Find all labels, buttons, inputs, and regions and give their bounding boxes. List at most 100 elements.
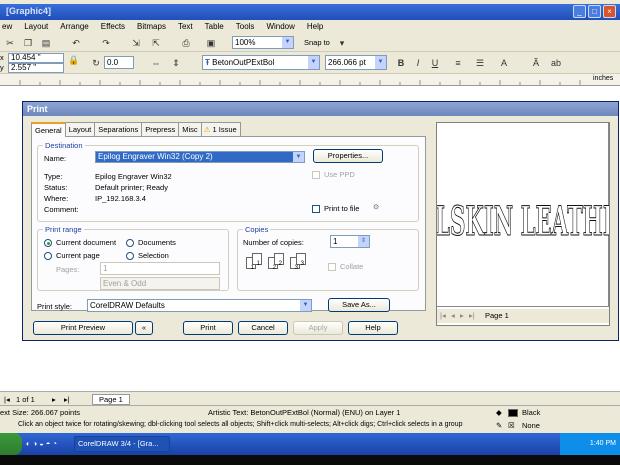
no-outline-icon[interactable]: ☒ (508, 421, 515, 430)
tab-issues[interactable]: ⚠ 1 Issue (200, 122, 241, 136)
italic-icon[interactable]: I (412, 57, 424, 69)
close-button[interactable]: × (603, 5, 616, 18)
edit-text-icon[interactable]: ab (550, 57, 562, 69)
scissors-icon[interactable]: ✂ (4, 37, 16, 49)
maximize-button[interactable]: □ (588, 5, 601, 18)
menu-help[interactable]: Help (307, 20, 323, 34)
menu-tools[interactable]: Tools (236, 20, 255, 34)
apply-button[interactable]: Apply (293, 321, 343, 335)
page-tab[interactable]: Page 1 (92, 394, 130, 405)
copy-icon[interactable]: ❐ (22, 37, 34, 49)
last-page-icon[interactable]: ▸| (469, 311, 475, 320)
text-format-icon[interactable]: Ã (530, 57, 542, 69)
properties-button[interactable]: Properties... (313, 149, 383, 163)
clock[interactable]: 1:40 PM (590, 440, 616, 447)
font-name-combo[interactable]: Ŧ BetonOutPExtBol ▼ (202, 55, 320, 70)
dialog-title[interactable]: Print (23, 102, 618, 116)
preview-text: ELSKIN LEATHE (437, 198, 609, 245)
print-style-select[interactable]: CorelDRAW Defaults ▼ (87, 299, 312, 312)
tab-prepress[interactable]: Prepress (141, 122, 180, 136)
current-page-radio[interactable] (44, 252, 52, 260)
next-page-nav-icon[interactable]: ▸ (52, 395, 56, 404)
x-position-field[interactable]: 10.454 " (8, 53, 64, 63)
rotate-icon[interactable]: ↻ (90, 57, 102, 69)
print-to-file-checkbox[interactable] (312, 205, 320, 213)
menu-text[interactable]: Text (178, 20, 193, 34)
first-page-icon[interactable]: |◂ (440, 311, 446, 320)
tab-misc[interactable]: Misc (178, 122, 202, 136)
menu-window[interactable]: Window (266, 20, 294, 34)
printer-name-select[interactable]: Epilog Engraver Win32 (Copy 2) ▼ (95, 151, 305, 163)
copies-legend: Copies (243, 225, 271, 234)
screen: [Graphic4] _ □ × ew Layout Arrange Effec… (0, 0, 620, 465)
status-value: Default printer; Ready (95, 183, 168, 192)
print-preview-button[interactable]: Print Preview (33, 321, 133, 335)
menu-layout[interactable]: Layout (24, 20, 48, 34)
documents-radio[interactable] (126, 239, 134, 247)
collate-checkbox[interactable] (328, 263, 336, 271)
underline-icon[interactable]: U (429, 57, 441, 69)
tab-general[interactable]: General (31, 122, 66, 137)
snap-to-label[interactable]: Snap to (304, 38, 330, 47)
zoom-combo[interactable]: 100% ▼ (232, 36, 294, 49)
print-to-file-options-icon[interactable]: ⊙ (370, 202, 382, 214)
number-of-copies-label: Number of copies: (243, 238, 304, 247)
selection-radio[interactable] (126, 252, 134, 260)
lock-icon[interactable]: 🔒 (68, 54, 80, 66)
fill-swatch[interactable] (508, 409, 518, 417)
last-page-nav-icon[interactable]: ▸| (64, 395, 70, 404)
menu-effects[interactable]: Effects (101, 20, 125, 34)
export-icon[interactable]: ⇱ (150, 37, 162, 49)
redo-icon[interactable]: ↷ (100, 37, 112, 49)
save-as-button[interactable]: Save As... (328, 298, 390, 312)
tab-layout[interactable]: Layout (64, 122, 96, 136)
application-launcher-icon[interactable]: ▣ (205, 37, 217, 49)
align-icon[interactable]: ≡ (452, 57, 464, 69)
quick-launch-icons[interactable]: ◐ ◑ ◒ ◓ ◔ (26, 439, 57, 448)
object-info-status: Artistic Text: BetonOutPExtBol (Normal) … (208, 408, 401, 417)
next-page-icon[interactable]: ▸ (460, 311, 464, 320)
drop-cap-icon[interactable]: A (498, 57, 510, 69)
cancel-button[interactable]: Cancel (238, 321, 288, 335)
bold-icon[interactable]: B (395, 57, 407, 69)
import-icon[interactable]: ⇲ (130, 37, 142, 49)
start-button[interactable] (0, 433, 22, 455)
menu-arrange[interactable]: Arrange (60, 20, 88, 34)
help-button[interactable]: Help (348, 321, 398, 335)
print-icon[interactable]: ⎙ (180, 37, 192, 49)
print-preview-pane: ELSKIN LEATHE |◂ ◂ ▸ ▸| Page 1 (419, 122, 620, 326)
copies-spinner[interactable]: 1 ⇕ (330, 235, 370, 248)
use-ppd-checkbox[interactable] (312, 171, 320, 179)
menu-bitmaps[interactable]: Bitmaps (137, 20, 166, 34)
menu-table[interactable]: Table (205, 20, 224, 34)
fill-icon[interactable]: ◆ (496, 408, 502, 417)
taskbar-coreldraw-button[interactable]: CorelDRAW 3/4 - [Gra... (74, 436, 170, 452)
bullet-icon[interactable]: ☰ (474, 57, 486, 69)
pages-field[interactable]: 1 (100, 262, 220, 275)
tab-separations[interactable]: Separations (94, 122, 143, 136)
rotation-angle-field[interactable]: 0.0 (104, 56, 134, 69)
even-odd-select[interactable]: Even & Odd (100, 277, 220, 290)
system-tray: 1:40 PM (560, 433, 620, 455)
undo-icon[interactable]: ↶ (70, 37, 82, 49)
y-position-field[interactable]: 2.557 " (8, 63, 64, 73)
chevron-down-icon: ▼ (282, 37, 293, 48)
print-button[interactable]: Print (183, 321, 233, 335)
paste-icon[interactable]: ▤ (40, 37, 52, 49)
mirror-horizontal-icon[interactable]: ⇔ (150, 57, 162, 69)
font-size-combo[interactable]: 266.066 pt ▼ (325, 55, 387, 70)
chevron-down-icon: ▼ (293, 152, 304, 162)
minimize-button[interactable]: _ (573, 5, 586, 18)
current-document-radio[interactable] (44, 239, 52, 247)
horizontal-ruler[interactable]: inches (0, 74, 620, 86)
preview-toggle-button[interactable]: « (135, 321, 153, 335)
previous-page-icon[interactable]: ◂ (451, 311, 455, 320)
print-style-value: CorelDRAW Defaults (90, 301, 165, 310)
menu-view[interactable]: ew (2, 20, 12, 34)
first-page-nav-icon[interactable]: |◂ (4, 395, 10, 404)
menu-bar: ew Layout Arrange Effects Bitmaps Text T… (0, 20, 620, 34)
chevron-down-icon[interactable]: ▾ (336, 37, 348, 49)
mirror-vertical-icon[interactable]: ⇕ (170, 57, 182, 69)
app-title-bar[interactable]: [Graphic4] _ □ × (0, 4, 620, 20)
outline-icon[interactable]: ✎ (496, 421, 502, 430)
